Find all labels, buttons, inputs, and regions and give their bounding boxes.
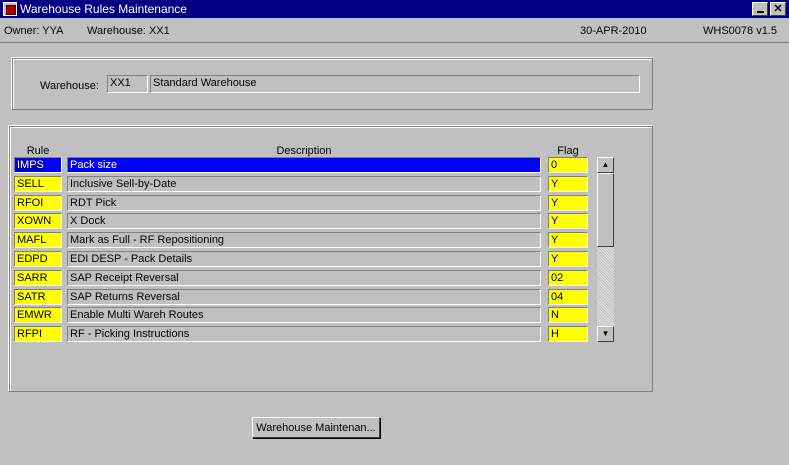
info-bar: Owner: YYA Warehouse: XX1 30-APR-2010 WH… <box>0 18 789 43</box>
rule-cell[interactable]: SARR <box>14 270 62 286</box>
rule-code: RFOI <box>17 197 44 209</box>
description-cell[interactable]: Mark as Full - RF Repositioning <box>67 232 541 248</box>
rule-cell[interactable]: RFOI <box>14 195 62 211</box>
flag-cell[interactable]: Y <box>548 232 588 248</box>
scroll-down-button[interactable]: ▼ <box>597 326 614 342</box>
rule-code: SARR <box>17 272 48 284</box>
column-header-flag: Flag <box>557 145 579 157</box>
rule-cell[interactable]: EMWR <box>14 307 62 323</box>
arrow-up-icon: ▲ <box>601 160 610 169</box>
column-header-rule: Rule <box>26 145 50 157</box>
rule-code: RFPI <box>17 328 43 340</box>
scroll-thumb[interactable] <box>597 173 614 247</box>
description-cell[interactable]: Pack size <box>67 157 541 173</box>
rules-scrollbar[interactable]: ▲ ▼ <box>597 157 614 342</box>
flag-cell[interactable]: Y <box>548 176 588 192</box>
minimize-icon <box>756 11 764 13</box>
flag-cell[interactable]: H <box>548 326 588 342</box>
minimize-button[interactable] <box>752 2 768 16</box>
window-controls: ✕ <box>752 2 786 16</box>
warehouse-info: Warehouse: XX1 <box>87 25 170 37</box>
rule-cell[interactable]: EDPD <box>14 251 62 267</box>
warehouse-code-field[interactable]: XX1 <box>107 75 148 93</box>
description-cell[interactable]: Enable Multi Wareh Routes <box>67 307 541 323</box>
rule-code: SELL <box>17 178 44 190</box>
flag-cell[interactable]: 0 <box>548 157 588 173</box>
warehouse-label: Warehouse: <box>40 80 99 92</box>
rule-cell[interactable]: XOWN <box>14 213 62 229</box>
owner-info: Owner: YYA <box>4 25 64 37</box>
rule-code: EDPD <box>17 253 48 265</box>
app-icon <box>3 2 17 16</box>
rule-code: SATR <box>17 291 46 303</box>
flag-cell[interactable]: Y <box>548 251 588 267</box>
flag-cell[interactable]: N <box>548 307 588 323</box>
close-button[interactable]: ✕ <box>770 2 786 16</box>
flag-cell[interactable]: 02 <box>548 270 588 286</box>
scroll-up-button[interactable]: ▲ <box>597 157 614 173</box>
rule-cell[interactable]: SELL <box>14 176 62 192</box>
close-icon: ✕ <box>773 2 783 15</box>
rule-cell[interactable]: SATR <box>14 289 62 305</box>
rule-code: IMPS <box>17 159 44 171</box>
description-cell[interactable]: Inclusive Sell-by-Date <box>67 176 541 192</box>
rule-cell[interactable]: IMPS <box>14 157 62 173</box>
window-title: Warehouse Rules Maintenance <box>20 2 187 16</box>
rule-code: XOWN <box>17 215 52 227</box>
column-header-description: Description <box>276 145 332 157</box>
description-cell[interactable]: RDT Pick <box>67 195 541 211</box>
rule-cell[interactable]: RFPI <box>14 326 62 342</box>
description-cell[interactable]: SAP Returns Reversal <box>67 289 541 305</box>
rule-cell[interactable]: MAFL <box>14 232 62 248</box>
flag-cell[interactable]: 04 <box>548 289 588 305</box>
description-cell[interactable]: SAP Receipt Reversal <box>67 270 541 286</box>
flag-cell[interactable]: Y <box>548 213 588 229</box>
form-id: WHS0078 v1.5 <box>703 25 777 37</box>
rule-code: EMWR <box>17 309 52 321</box>
warehouse-maintenance-button[interactable]: Warehouse Maintenan... <box>252 417 380 438</box>
arrow-down-icon: ▼ <box>601 329 610 338</box>
description-cell[interactable]: X Dock <box>67 213 541 229</box>
date-info: 30-APR-2010 <box>580 25 647 37</box>
rule-code: MAFL <box>17 234 47 246</box>
title-bar: Warehouse Rules Maintenance ✕ <box>0 0 789 18</box>
warehouse-name-field[interactable]: Standard Warehouse <box>150 75 640 93</box>
description-cell[interactable]: EDI DESP - Pack Details <box>67 251 541 267</box>
description-cell[interactable]: RF - Picking Instructions <box>67 326 541 342</box>
flag-cell[interactable]: Y <box>548 195 588 211</box>
